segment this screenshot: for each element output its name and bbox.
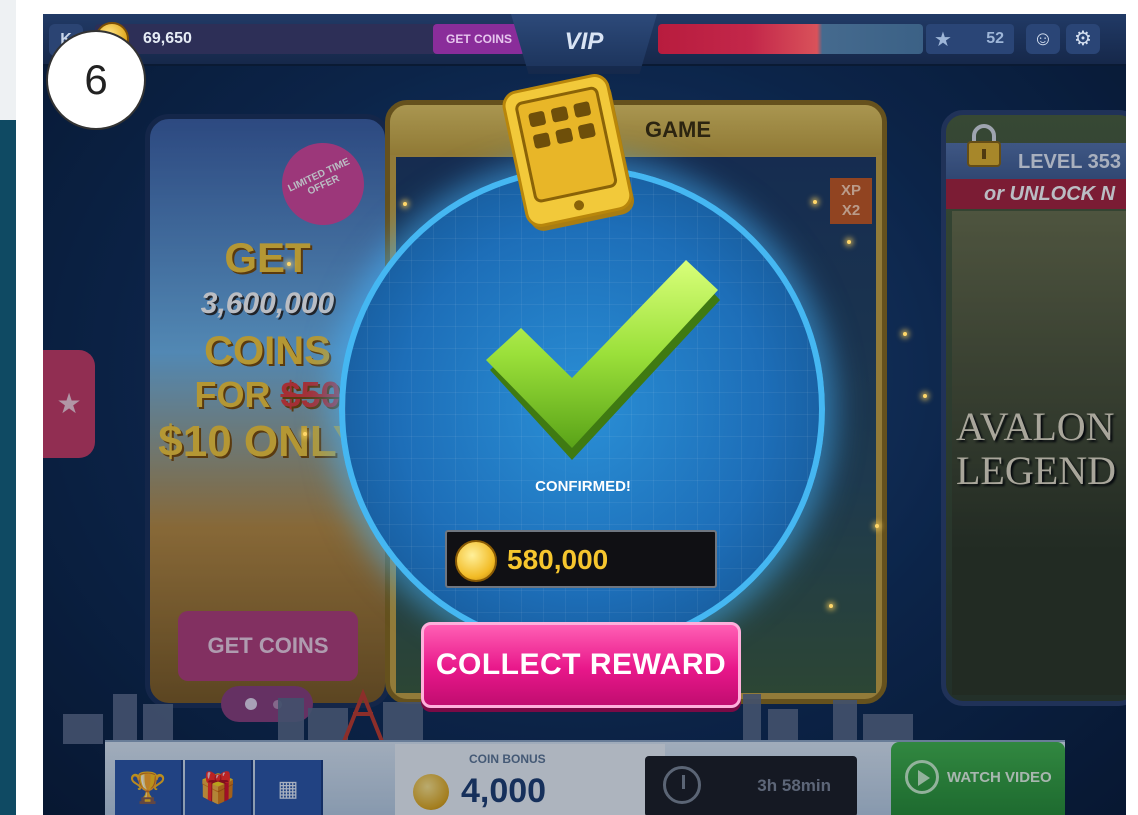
get-coins-button-top[interactable]: GET COINS: [433, 24, 525, 54]
sparkle: [403, 202, 407, 206]
star-icon: ★: [934, 29, 952, 51]
left-strip-top: [0, 0, 16, 120]
reward-amount-box: 580,000: [445, 530, 717, 588]
smiley-icon[interactable]: ☺: [1026, 24, 1060, 54]
checkmark-icon: [486, 260, 720, 460]
sparkle: [923, 394, 927, 398]
reward-amount: 580,000: [507, 544, 609, 575]
vip-label: VIP: [564, 28, 604, 55]
confirmed-text: CONFIRMED!: [535, 478, 631, 495]
vip-button[interactable]: VIP: [511, 14, 657, 74]
screenshot-stage: K 69,650 GET COINS VIP ★ 52 ☺ ⚙ LIMITED …: [0, 0, 1138, 815]
sparkle: [847, 240, 851, 244]
game-viewport: K 69,650 GET COINS VIP ★ 52 ☺ ⚙ LIMITED …: [43, 14, 1126, 815]
step-number-badge: 6: [46, 30, 146, 130]
sparkle: [303, 432, 307, 436]
xp-progress-bar: [658, 24, 923, 54]
sparkle: [829, 604, 833, 608]
top-bar: K 69,650 GET COINS VIP ★ 52 ☺ ⚙: [43, 14, 1126, 74]
sparkle: [813, 200, 817, 204]
sparkle: [903, 332, 907, 336]
left-window-strip: [0, 0, 16, 815]
sparkle: [875, 524, 879, 528]
coin-balance: 69,650: [143, 30, 192, 47]
coin-icon: [455, 540, 497, 582]
coin-balance-bar: 69,650 GET COINS: [95, 22, 525, 56]
level-number: 52: [986, 30, 1004, 47]
level-badge[interactable]: ★ 52: [926, 24, 1014, 54]
collect-reward-button[interactable]: COLLECT REWARD: [421, 622, 741, 708]
sparkle: [287, 262, 291, 266]
gear-icon[interactable]: ⚙: [1066, 24, 1100, 54]
